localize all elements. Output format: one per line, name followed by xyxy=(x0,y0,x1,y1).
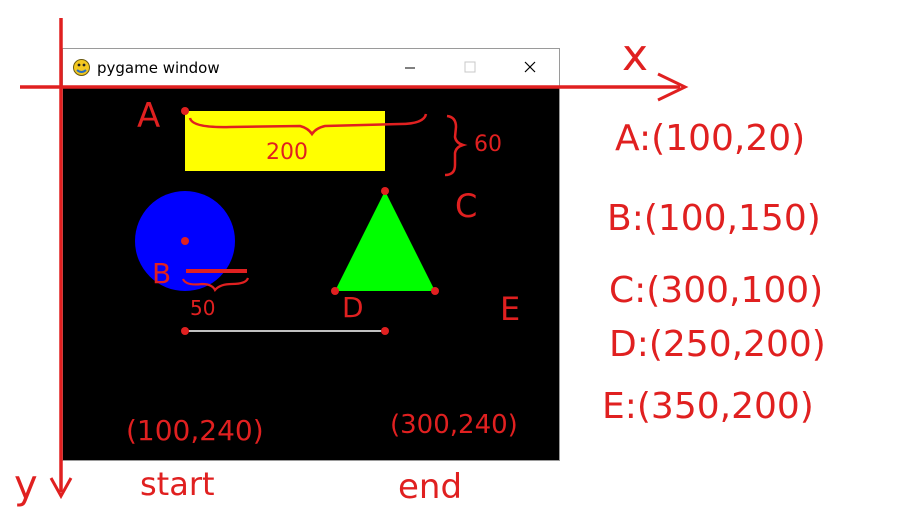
point-label-b: B xyxy=(152,257,171,290)
line-start-coords: (100,240) xyxy=(126,414,264,447)
end-label: end xyxy=(398,467,462,507)
legend-e: E:(350,200) xyxy=(602,386,814,427)
line-start-dot xyxy=(181,327,189,335)
line-end-coords: (300,240) xyxy=(390,410,518,440)
legend-b: B:(100,150) xyxy=(607,198,821,239)
start-label: start xyxy=(140,465,215,503)
point-label-c: C xyxy=(455,187,477,225)
width-label: 200 xyxy=(266,140,308,165)
point-label-d: D xyxy=(342,291,364,324)
height-label: 60 xyxy=(474,132,502,157)
point-c-dot xyxy=(381,187,389,195)
point-a-dot xyxy=(181,107,189,115)
line-end-dot xyxy=(381,327,389,335)
legend-c: C:(300,100) xyxy=(609,270,823,311)
point-d-dot xyxy=(331,287,339,295)
point-e-dot xyxy=(431,287,439,295)
point-label-e: E xyxy=(500,290,520,328)
legend-a: A:(100,20) xyxy=(615,118,805,159)
x-axis-label: x xyxy=(622,30,648,81)
diagram-overlay: x y 200 60 50 A B C D E (100,240) (300,2… xyxy=(14,18,826,508)
y-axis xyxy=(49,18,73,500)
radius-label: 50 xyxy=(190,296,215,320)
x-axis xyxy=(20,72,689,102)
legend-d: D:(250,200) xyxy=(609,324,826,365)
y-axis-label: y xyxy=(14,462,38,508)
point-label-a: A xyxy=(137,96,160,136)
green-triangle xyxy=(335,191,435,291)
height-brace xyxy=(444,114,468,177)
point-b-dot xyxy=(181,237,189,245)
